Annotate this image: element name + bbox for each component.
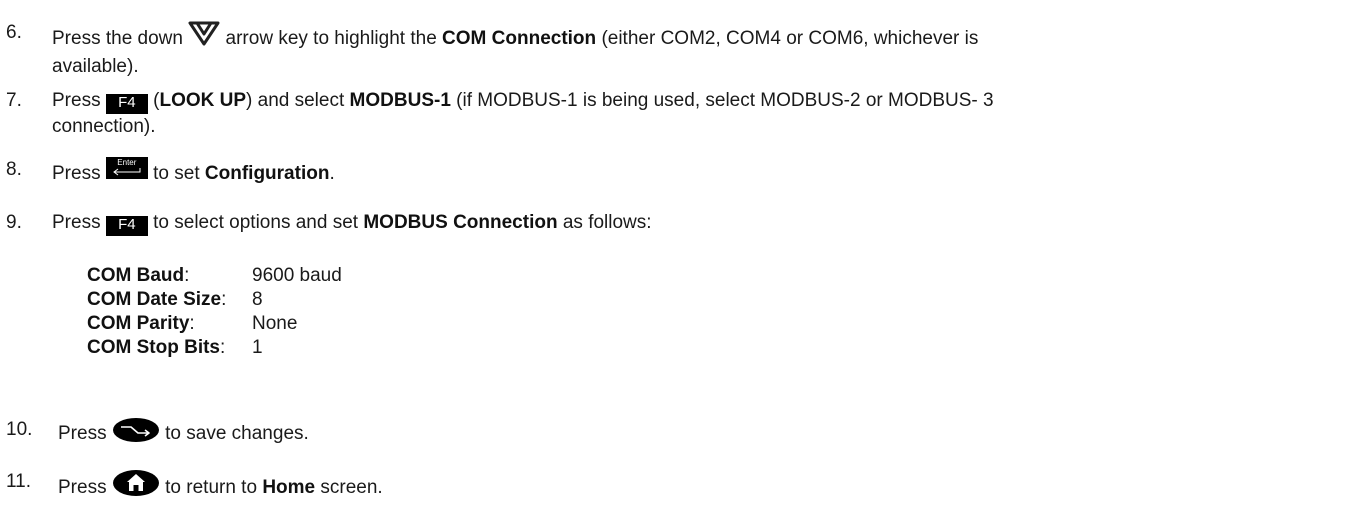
step-text: Press Enter to set Configuration. [52, 157, 335, 184]
step-number: 9. [6, 212, 22, 233]
step-number: 10. [6, 419, 33, 440]
step-text: Press the down arrow key to highlight th… [52, 20, 1348, 80]
step-number: 8. [6, 159, 22, 180]
step-text: Press F4 (LOOK UP) and select MODBUS-1 (… [52, 90, 994, 137]
setting-value: 8 [252, 289, 263, 310]
f4-key-icon: F4 [105, 216, 148, 236]
step-number: 11. [6, 471, 32, 492]
modbus-settings-list: COM Baud: 9600 baud COM Date Size: 8 COM… [87, 264, 342, 360]
step-number: 7. [6, 90, 22, 111]
enter-key-icon: Enter [105, 157, 148, 179]
setting-value: None [252, 313, 298, 334]
home-icon [112, 469, 160, 505]
setting-label: COM Stop Bits: [87, 337, 226, 358]
f4-key-icon: F4 [105, 94, 148, 114]
step-number: 6. [6, 22, 22, 43]
setting-value: 1 [252, 337, 263, 358]
setting-label: COM Baud: [87, 265, 190, 286]
down-arrow-icon [188, 20, 220, 54]
step-text: Press to save changes. [58, 417, 1348, 451]
step-text: Press F4 to select options and set MODBU… [52, 210, 1348, 236]
setting-label: COM Date Size: [87, 289, 227, 310]
setting-value: 9600 baud [252, 265, 342, 286]
step-text: Press to return to Home screen. [58, 469, 1348, 505]
save-icon [112, 417, 160, 451]
setting-label: COM Parity: [87, 313, 195, 334]
